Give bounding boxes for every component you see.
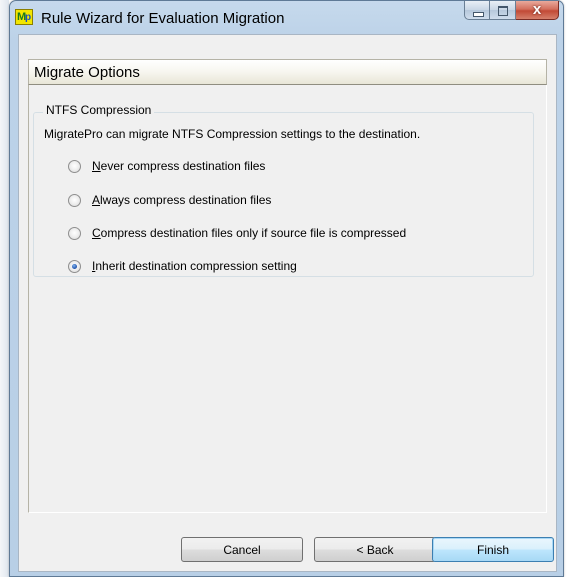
radio-never-compress[interactable]: Never compress destination files [68, 157, 265, 175]
mnemonic-letter: N [92, 159, 101, 173]
minimize-icon [473, 12, 484, 17]
wizard-client-area: Migrate Options NTFS Compression Migrate… [18, 34, 557, 572]
mnemonic-letter: C [92, 226, 101, 240]
group-description: MigratePro can migrate NTFS Compression … [44, 127, 421, 141]
radio-button[interactable] [68, 226, 81, 240]
radio-label: Inherit destination compression setting [92, 259, 297, 273]
label-text: nherit destination compression setting [95, 259, 297, 273]
migratepro-app-icon: Mp [15, 9, 33, 25]
wizard-window: Mp Rule Wizard for Evaluation Migration … [9, 0, 564, 577]
radio-inherit-setting[interactable]: Inherit destination compression setting [68, 257, 297, 275]
page-header: Migrate Options [28, 59, 547, 85]
maximize-icon [498, 6, 508, 16]
app-icon-letter-m: M [17, 11, 26, 23]
finish-button[interactable]: Finish [432, 537, 554, 562]
close-icon: x [532, 1, 542, 18]
radio-always-compress[interactable]: Always compress destination files [68, 191, 271, 209]
radio-button-selected[interactable] [68, 259, 81, 273]
window-title: Rule Wizard for Evaluation Migration [41, 10, 285, 27]
close-button[interactable]: x [516, 1, 559, 20]
background-window-edge [0, 0, 9, 577]
label-text: ever compress destination files [100, 159, 266, 173]
mnemonic-letter: A [92, 193, 101, 207]
cancel-button[interactable]: Cancel [181, 537, 303, 562]
back-button[interactable]: < Back [314, 537, 436, 562]
radio-button[interactable] [68, 159, 81, 173]
radio-button[interactable] [68, 193, 81, 207]
maximize-button[interactable] [490, 1, 516, 20]
page-title: Migrate Options [34, 64, 140, 81]
group-legend: NTFS Compression [43, 103, 155, 117]
title-bar[interactable]: Mp Rule Wizard for Evaluation Migration … [10, 1, 563, 35]
app-icon-letter-p: p [25, 12, 31, 23]
radio-label: Compress destination files only if sourc… [92, 226, 406, 240]
label-text: ompress destination files only if source… [100, 226, 407, 240]
minimize-button[interactable] [464, 1, 490, 20]
caption-buttons: x [464, 1, 559, 21]
radio-label: Never compress destination files [92, 159, 265, 173]
radio-compress-if-source[interactable]: Compress destination files only if sourc… [68, 224, 406, 242]
radio-label: Always compress destination files [92, 193, 271, 207]
label-text: lways compress destination files [100, 193, 272, 207]
